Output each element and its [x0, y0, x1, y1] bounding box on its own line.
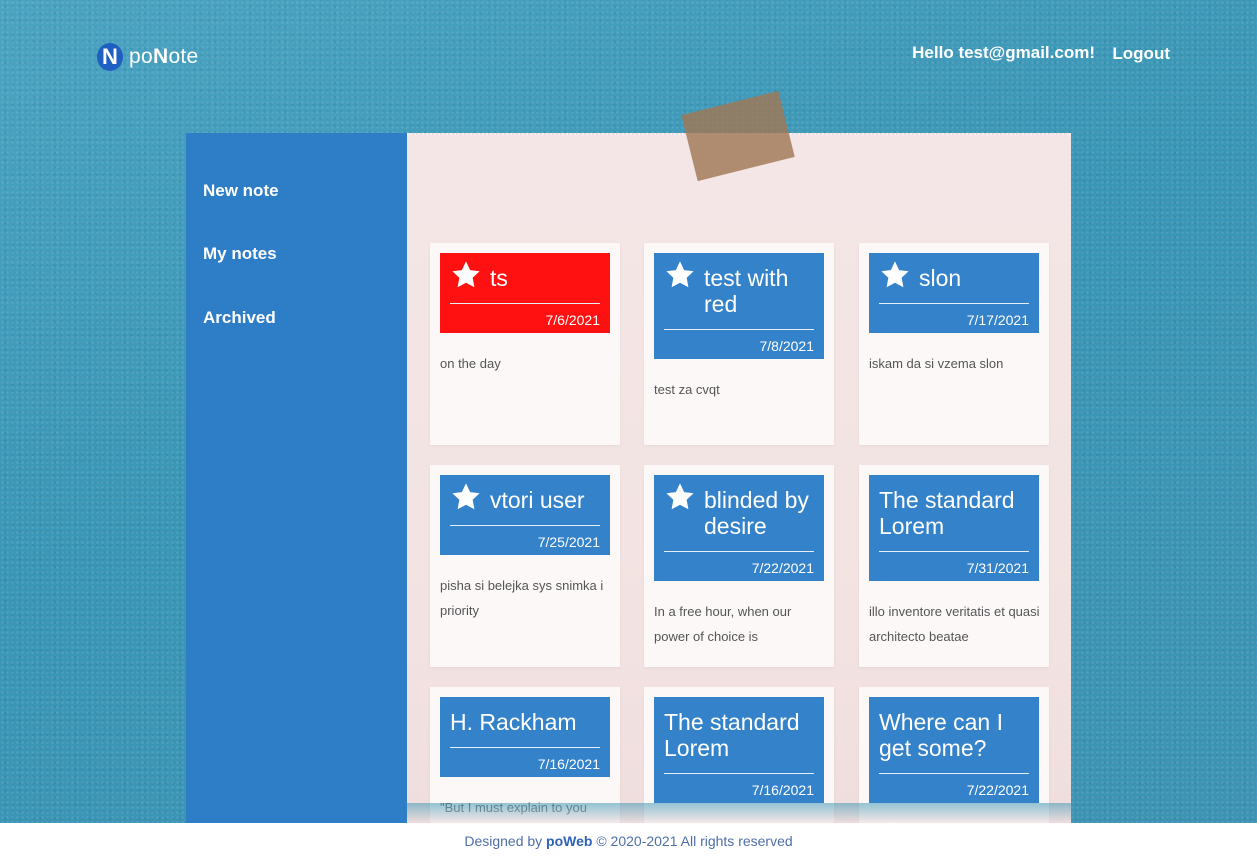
note-title-row: The standard Lorem [879, 481, 1029, 539]
note-body: iskam da si vzema slon [869, 356, 1004, 371]
note-title-row: ts [450, 259, 600, 291]
note-card-header: ts 7/6/2021 [440, 253, 610, 333]
note-date: 7/22/2021 [751, 560, 814, 576]
note-title-row: H. Rackham [450, 703, 600, 735]
star-icon[interactable] [450, 259, 482, 291]
logo-text-post: ote [168, 45, 199, 68]
logo-text-pre: po [129, 45, 153, 68]
footer-brand-link[interactable]: poWeb [546, 833, 592, 849]
note-date: 7/17/2021 [966, 312, 1029, 328]
sidebar-item-archived[interactable]: Archived [203, 308, 276, 328]
star-icon[interactable] [664, 259, 696, 291]
note-body: In a free hour, when our power of choice… [654, 604, 792, 644]
note-title: blinded by desire [704, 487, 809, 539]
note-title: ts [490, 265, 508, 291]
note-card[interactable]: The standard Lorem 7/31/2021 illo inventor… [859, 465, 1049, 667]
note-title: test with red [704, 265, 789, 317]
sidebar-item-my-notes[interactable]: My notes [203, 244, 277, 264]
note-card-header: The standard Lorem 7/16/2021 [654, 697, 824, 803]
note-title: Where can I get some? [879, 709, 1003, 761]
user-greeting: Hello test@gmail.com! [912, 43, 1095, 62]
note-title-row: blinded by desire [664, 481, 814, 539]
star-icon[interactable] [450, 481, 482, 513]
note-title-row: test with red [664, 259, 814, 317]
note-title-row: Where can I get some? [879, 703, 1029, 761]
app-logo[interactable]: N poNote [97, 43, 199, 71]
sidebar-item-new-note[interactable]: New note [203, 181, 279, 201]
note-card-header: test with red 7/8/2021 [654, 253, 824, 359]
logo-text: poNote [129, 45, 199, 69]
note-body: pisha si belejka sys snimka i priority [440, 578, 604, 618]
footer-copyright: © 2020-2021 All rights reserved [592, 833, 793, 849]
sidebar: New note My notes Archived [186, 133, 407, 823]
note-card[interactable]: vtori user 7/25/2021 pisha si belejka sys … [430, 465, 620, 667]
note-card[interactable]: ts 7/6/2021 on the day [430, 243, 620, 445]
logo-badge-icon: N [97, 43, 123, 71]
logout-button[interactable]: Logout [1112, 44, 1170, 64]
note-date: 7/22/2021 [966, 782, 1029, 798]
note-title-row: The standard Lorem [664, 703, 814, 761]
note-title: The standard Lorem [664, 709, 800, 761]
note-card[interactable]: test with red 7/8/2021 test za cvqt [644, 243, 834, 445]
wave-decoration [407, 803, 1071, 823]
note-card[interactable]: blinded by desire 7/22/2021 In a free hour… [644, 465, 834, 667]
note-card-header: Where can I get some? 7/22/2021 [869, 697, 1039, 803]
note-body: illo inventore veritatis et quasi archit… [869, 604, 1040, 644]
footer: Designed by poWeb © 2020-2021 All rights… [0, 823, 1257, 863]
logo-text-bold: N [152, 45, 169, 68]
star-icon[interactable] [879, 259, 911, 291]
note-card-header: slon 7/17/2021 [869, 253, 1039, 333]
note-date: 7/16/2021 [751, 782, 814, 798]
note-body: test za cvqt [654, 382, 720, 397]
note-card[interactable]: slon 7/17/2021 iskam da si vzema slon [859, 243, 1049, 445]
note-title-row: slon [879, 259, 1029, 291]
note-card-header: blinded by desire 7/22/2021 [654, 475, 824, 581]
note-date: 7/6/2021 [545, 312, 601, 328]
note-title: vtori user [490, 487, 585, 513]
note-date: 7/8/2021 [759, 338, 815, 354]
note-body: on the day [440, 356, 501, 371]
note-date: 7/31/2021 [966, 560, 1029, 576]
star-icon[interactable] [664, 481, 696, 513]
note-date: 7/16/2021 [537, 756, 600, 772]
footer-prefix: Designed by [464, 833, 547, 849]
note-card-header: vtori user 7/25/2021 [440, 475, 610, 555]
note-title-row: vtori user [450, 481, 600, 513]
note-title: slon [919, 265, 962, 291]
note-title: H. Rackham [450, 709, 577, 735]
note-title: The standard Lorem [879, 487, 1015, 539]
note-card-header: The standard Lorem 7/31/2021 [869, 475, 1039, 581]
note-date: 7/25/2021 [537, 534, 600, 550]
note-card-header: H. Rackham 7/16/2021 [440, 697, 610, 777]
